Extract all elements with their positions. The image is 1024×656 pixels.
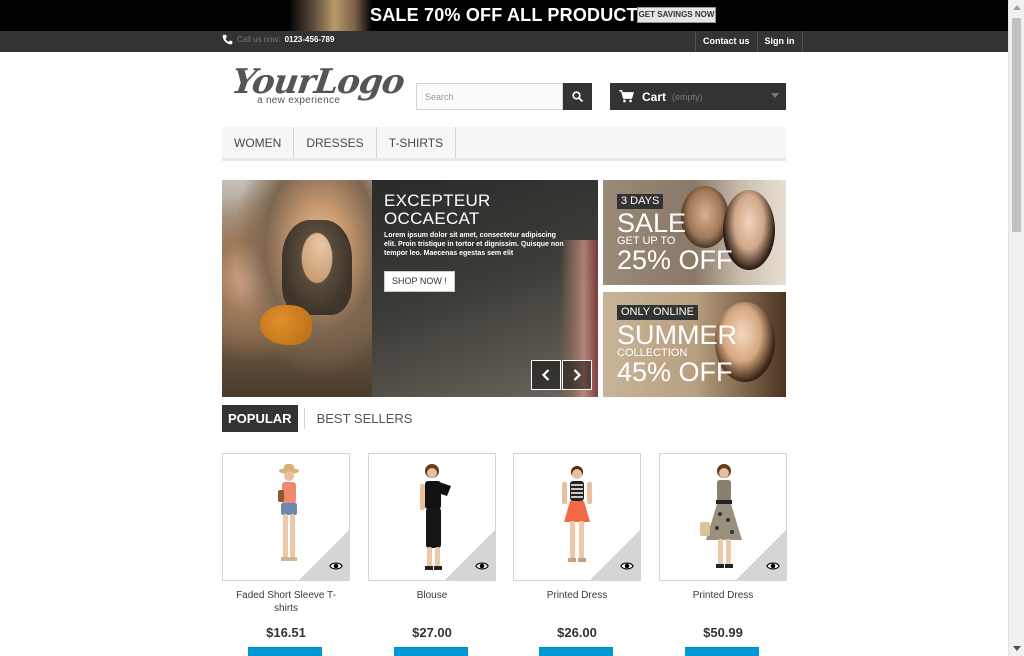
banner-model-photo xyxy=(681,186,729,248)
slide-title-line1: EXCEPTEUR xyxy=(384,191,491,210)
summer-banner[interactable]: Only online Summer Collection 45% off xyxy=(603,292,786,397)
product-image[interactable] xyxy=(513,453,641,581)
banner-tag: Only online xyxy=(617,305,698,320)
product-card: Printed Dress $26.00 xyxy=(513,453,641,656)
main-menu: Women Dresses T-shirts xyxy=(222,127,786,161)
search-bar xyxy=(416,83,592,110)
add-to-cart-button[interactable] xyxy=(394,647,468,656)
menu-item-tshirts[interactable]: T-shirts xyxy=(377,127,457,158)
menu-item-women[interactable]: Women xyxy=(222,127,295,158)
homepage-slider: EXCEPTEUR OCCAECAT Lorem ipsum dolor sit… xyxy=(222,180,598,397)
promo-text: SALE 70% OFF ALL PRODUCTS xyxy=(370,5,651,25)
search-button[interactable] xyxy=(563,83,592,110)
add-to-cart-button[interactable] xyxy=(248,647,322,656)
product-card: Blouse $27.00 xyxy=(368,453,496,656)
tab-best-sellers[interactable]: Best sellers xyxy=(303,408,419,429)
promo-banner[interactable]: SALE 70% OFF ALL PRODUCTS GET SAVINGS NO… xyxy=(0,0,1008,31)
top-nav-strip: Call us now: 0123-456-789 Contact us Sig… xyxy=(0,31,1008,52)
banner-tag: 3 days xyxy=(617,194,664,209)
tab-popular[interactable]: Popular xyxy=(222,405,298,432)
eye-icon[interactable] xyxy=(620,559,634,573)
product-name[interactable]: Printed Dress xyxy=(513,589,641,602)
cart-icon xyxy=(619,90,634,103)
product-image[interactable] xyxy=(222,453,350,581)
product-image[interactable] xyxy=(368,453,496,581)
slider-next-button[interactable] xyxy=(562,360,592,390)
scrollbar-thumb[interactable] xyxy=(1012,18,1021,232)
cart-label: Cart xyxy=(642,89,667,104)
phone-number: 0123-456-789 xyxy=(284,35,335,44)
cart-status: (empty) xyxy=(672,91,703,102)
eye-icon[interactable] xyxy=(766,559,780,573)
site-logo[interactable]: YourLogo a new experience xyxy=(229,62,406,108)
product-price: $16.51 xyxy=(266,625,306,640)
banner-discount: 45% off xyxy=(617,357,733,387)
add-to-cart-button[interactable] xyxy=(539,647,613,656)
cart-button[interactable]: Cart (empty) xyxy=(610,83,786,110)
banner-headline: Summer xyxy=(617,320,737,350)
banner-headline: Sale xyxy=(617,208,687,238)
logo-tagline: a new experience xyxy=(257,95,341,106)
call-label: Call us now: xyxy=(237,35,281,44)
search-input[interactable] xyxy=(416,83,563,110)
shop-homepage: SALE 70% OFF ALL PRODUCTS GET SAVINGS NO… xyxy=(0,0,1024,656)
product-card: Faded Short Sleeve T-shirts $16.51 xyxy=(222,453,350,656)
product-tabs: Popular Best sellers xyxy=(222,405,418,432)
search-icon xyxy=(572,91,583,102)
header-links: Contact us Sign in xyxy=(695,31,803,52)
add-to-cart-button[interactable] xyxy=(685,647,759,656)
product-price: $26.00 xyxy=(557,625,597,640)
product-name[interactable]: Printed Dress xyxy=(659,589,787,602)
phone-icon xyxy=(222,34,233,45)
product-price: $50.99 xyxy=(703,625,743,640)
slide-title-line2: OCCAECAT xyxy=(384,209,480,228)
slide-photo-scarf xyxy=(282,220,352,315)
menu-item-dresses[interactable]: Dresses xyxy=(294,127,377,158)
product-card: Printed Dress $50.99 xyxy=(659,453,787,656)
product-image[interactable] xyxy=(659,453,787,581)
get-savings-button[interactable]: GET SAVINGS NOW xyxy=(637,7,716,23)
phone-info: Call us now: 0123-456-789 xyxy=(222,34,334,45)
product-price: $27.00 xyxy=(412,625,452,640)
slide-photo-mitten xyxy=(260,305,312,345)
eye-icon[interactable] xyxy=(329,559,343,573)
banner-discount: 25% off xyxy=(617,245,733,275)
page-scrollbar[interactable] xyxy=(1008,0,1024,656)
scroll-up-arrow[interactable] xyxy=(1013,5,1021,10)
promo-model-image xyxy=(288,0,372,31)
contact-us-link[interactable]: Contact us xyxy=(695,31,757,52)
chevron-left-icon xyxy=(541,369,550,381)
chevron-down-icon xyxy=(771,93,779,98)
product-name[interactable]: Faded Short Sleeve T-shirts xyxy=(222,589,350,615)
eye-icon[interactable] xyxy=(475,559,489,573)
scroll-down-arrow[interactable] xyxy=(1013,646,1021,651)
sale-banner[interactable]: 3 days Sale Get up to 25% off xyxy=(603,180,786,285)
slide-description: Lorem ipsum dolor sit amet, consectetur … xyxy=(384,232,564,257)
product-name[interactable]: Blouse xyxy=(368,589,496,602)
chevron-right-icon xyxy=(573,369,582,381)
shop-now-button[interactable]: Shop now ! xyxy=(384,271,455,292)
slide-title: EXCEPTEUR OCCAECAT xyxy=(384,192,491,228)
sign-in-link[interactable]: Sign in xyxy=(756,31,803,52)
slider-prev-button[interactable] xyxy=(531,360,561,390)
